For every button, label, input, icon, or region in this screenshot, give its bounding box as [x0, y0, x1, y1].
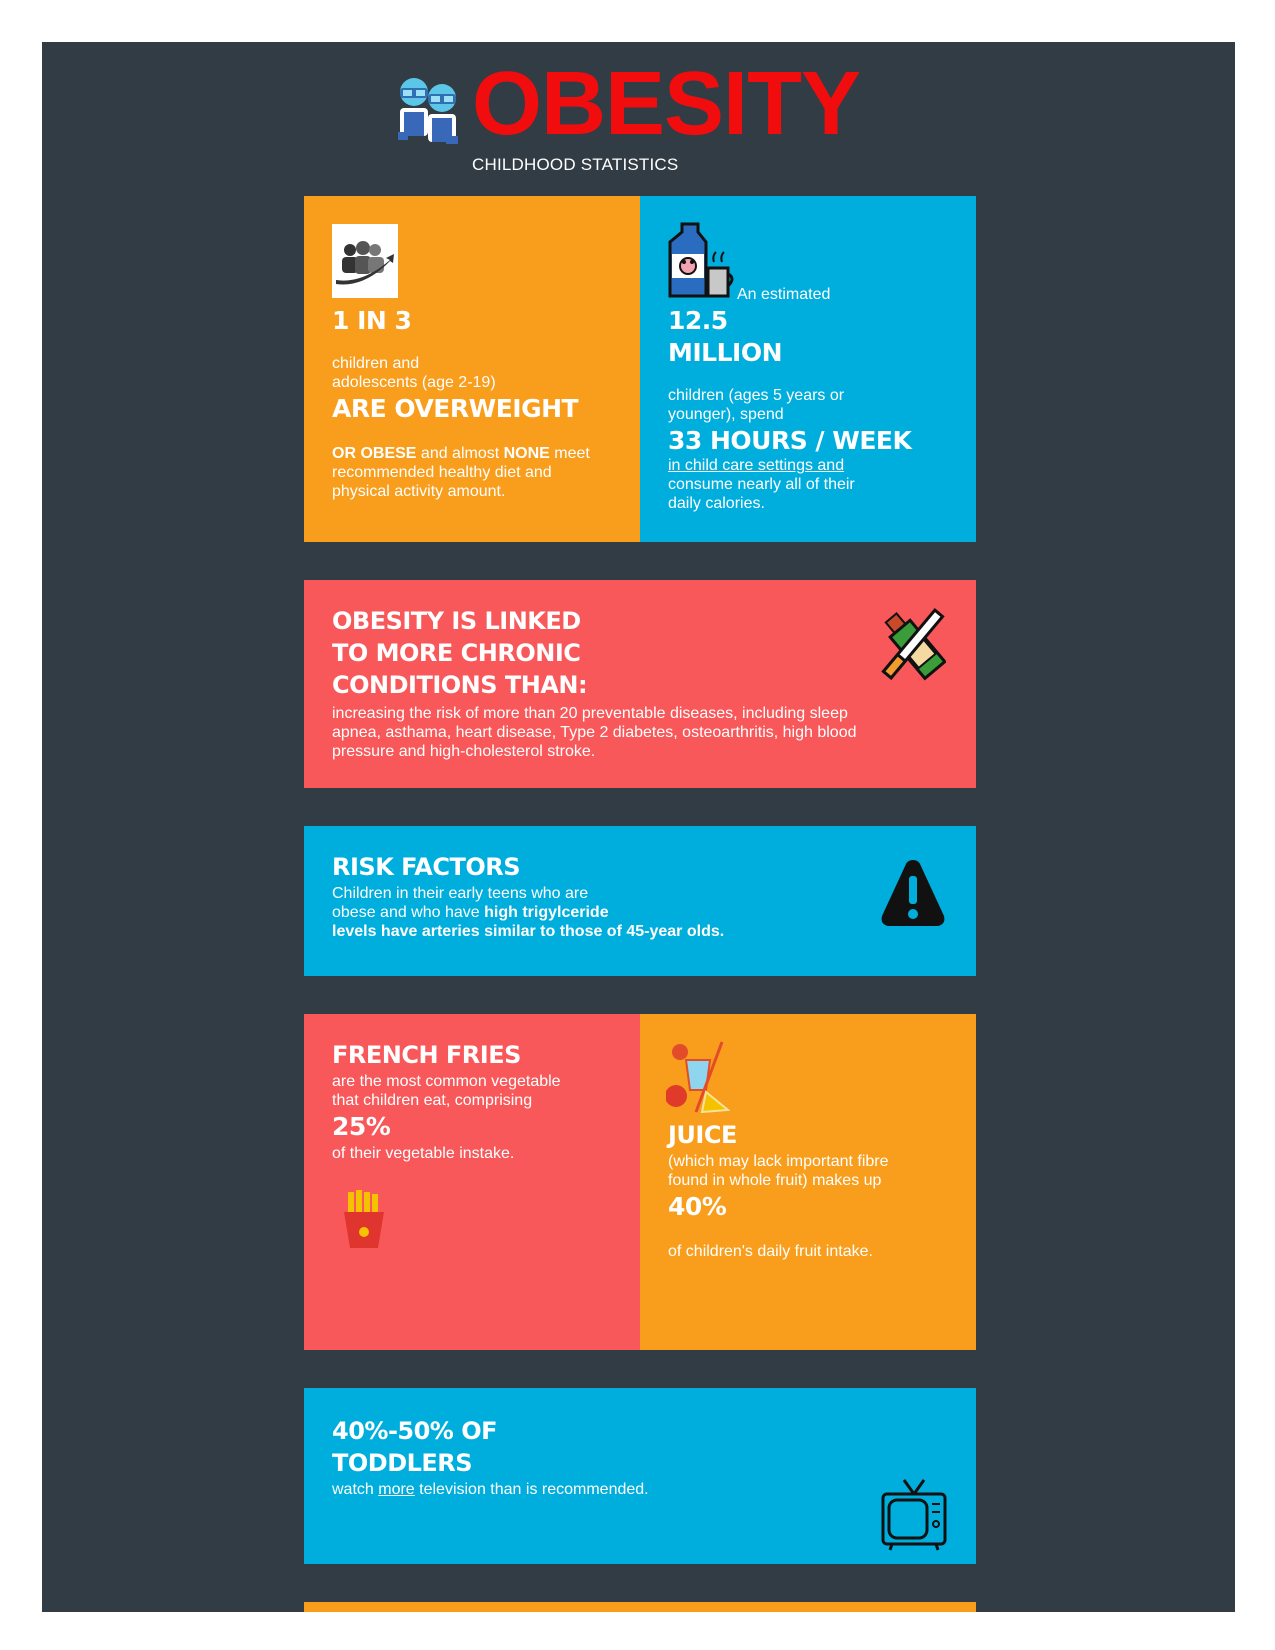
infographic-page: OBESITY CHILDHOOD STATISTICS 1 IN 3 chil… [42, 42, 1235, 1612]
milk-carton-icon [668, 222, 736, 298]
none-label: NONE [503, 445, 550, 462]
toddlers-text-more: more [378, 1481, 415, 1498]
chronic-text-3: pressure and high-cholesterol stroke. [332, 743, 596, 760]
next-card-strip [304, 1602, 976, 1612]
toddlers-heading-1: 40%-50% OF [332, 1417, 498, 1445]
chronic-text-1: increasing the risk of more than 20 prev… [332, 705, 848, 722]
children-icon [394, 72, 464, 146]
warning-icon [880, 856, 946, 928]
no-smoking-drinking-icon [880, 606, 947, 682]
french-fries-card: FRENCH FRIES are the most common vegetab… [304, 1014, 640, 1350]
childcare-underlined: in child care settings and [668, 457, 845, 474]
toddlers-text-b: television than is recommended. [414, 1481, 649, 1498]
fries-heading: FRENCH FRIES [332, 1041, 521, 1069]
childcare-headline: 33 HOURS / WEEK [668, 426, 912, 455]
overweight-text-5: recommended healthy diet and [332, 464, 552, 481]
overweight-card: 1 IN 3 children and adolescents (age 2-1… [304, 196, 640, 542]
chronic-heading-3: CONDITIONS THAN: [332, 671, 588, 699]
childcare-intro: An estimated [737, 286, 831, 303]
risk-factors-card: RISK FACTORS Children in their early tee… [304, 826, 976, 976]
juice-icon [665, 1040, 732, 1116]
juice-text-2: found in whole fruit) makes up [668, 1172, 882, 1189]
fries-text-1: are the most common vegetable [332, 1073, 561, 1090]
overweight-headline: ARE OVERWEIGHT [332, 394, 579, 423]
fries-stat: 25% [332, 1112, 391, 1141]
juice-stat: 40% [668, 1192, 727, 1221]
risk-text-1: Children in their early teens who are [332, 885, 589, 902]
childcare-stat-1: 12.5 [668, 306, 728, 335]
overweight-text-1: children and [332, 355, 420, 372]
juice-card: JUICE (which may lack important fibre fo… [640, 1014, 976, 1350]
overweight-text-6: physical activity amount. [332, 483, 506, 500]
juice-text-3: of children's daily fruit intake. [668, 1243, 873, 1260]
risk-heading: RISK FACTORS [332, 853, 521, 881]
television-icon [880, 1478, 948, 1552]
fries-text-2: that children eat, comprising [332, 1092, 533, 1109]
childcare-text-3: consume nearly all of their [668, 476, 855, 493]
overweight-text-3a: and almost [416, 445, 504, 462]
overweight-stat: 1 IN 3 [332, 306, 412, 335]
page-subtitle: CHILDHOOD STATISTICS [472, 155, 679, 174]
toddlers-text: watch more television than is recommende… [332, 1480, 649, 1499]
juice-heading: JUICE [668, 1121, 737, 1149]
toddlers-card: 40%-50% OF TODDLERS watch more televisio… [304, 1388, 976, 1564]
juice-text-1: (which may lack important fibre [668, 1153, 889, 1170]
chronic-conditions-card: OBESITY IS LINKED TO MORE CHRONIC CONDIT… [304, 580, 976, 788]
chronic-heading-1: OBESITY IS LINKED [332, 607, 581, 635]
risk-text-2a: obese and who have [332, 904, 485, 921]
risk-text-2: obese and who have high trigylceride [332, 903, 609, 922]
chronic-heading-2: TO MORE CHRONIC [332, 639, 581, 667]
or-obese-label: OR OBESE [332, 445, 417, 462]
french-fries-icon [340, 1190, 388, 1250]
childcare-stat-2: MILLION [668, 338, 783, 367]
chronic-text-2: apnea, asthama, heart disease, Type 2 di… [332, 724, 857, 741]
overweight-text-3: OR OBESE and almost NONE meet [332, 444, 590, 463]
page-title: OBESITY [472, 54, 861, 154]
risk-text-3: levels have arteries similar to those of… [332, 923, 725, 940]
fries-text-3: of their vegetable instake. [332, 1145, 515, 1162]
childcare-text-2: younger), spend [668, 406, 784, 423]
toddlers-text-a: watch [332, 1481, 379, 1498]
toddlers-heading-2: TODDLERS [332, 1449, 473, 1477]
risk-text-2b: high trigylceride [484, 904, 609, 921]
overweight-text-2: adolescents (age 2-19) [332, 374, 496, 391]
family-trend-icon [332, 224, 398, 298]
childcare-text-4: daily calories. [668, 495, 765, 512]
childcare-card: An estimated 12.5 MILLION children (ages… [640, 196, 976, 542]
overweight-text-3b: meet [549, 445, 590, 462]
childcare-text-1: children (ages 5 years or [668, 387, 845, 404]
